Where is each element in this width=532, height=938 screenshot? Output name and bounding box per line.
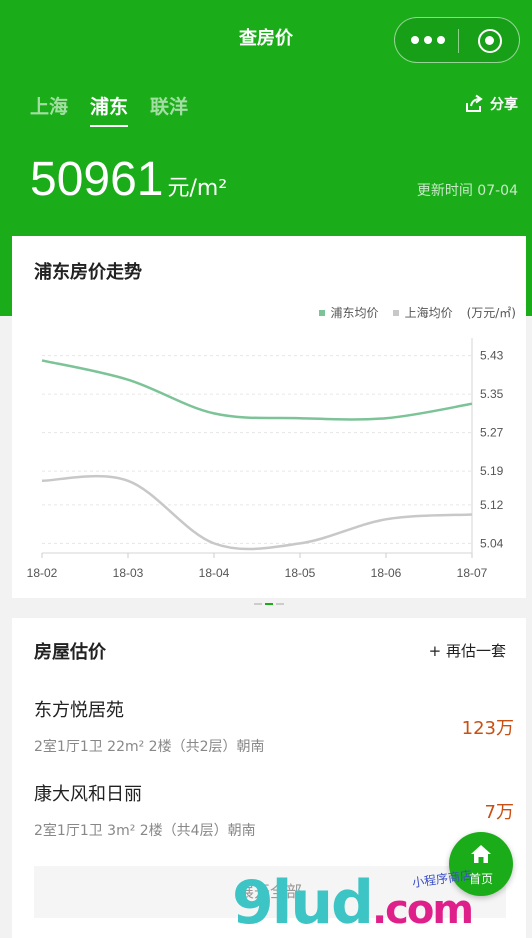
house-item[interactable]: 东方悦居苑 2室1厅1卫 22m² 2楼（共2层）朝南 123万 [34, 696, 514, 756]
house-name: 康大风和日丽 [34, 784, 142, 805]
city-tabs: 上海 浦东 联洋 [30, 92, 188, 127]
house-name: 东方悦居苑 [34, 700, 124, 721]
estimate-title: 房屋估价 [34, 642, 106, 663]
home-icon [471, 845, 491, 863]
chart-pager [254, 603, 284, 605]
price-value: 50961 [30, 153, 164, 206]
share-icon [466, 94, 483, 112]
tab-shanghai[interactable]: 上海 [30, 92, 68, 127]
x-tick-label: 18-02 [27, 566, 58, 580]
x-tick-label: 18-04 [199, 566, 230, 580]
house-detail: 2室1厅1卫 22m² 2楼（共2层）朝南 [34, 739, 265, 755]
trend-card: 浦东房价走势 浦东均价 上海均价 (万元/㎡) 5.43 5.35 5.27 5.19… [12, 236, 526, 598]
estimate-again-button[interactable]: + 再估一套 [429, 640, 506, 661]
average-price: 50961 元/m² [30, 152, 227, 207]
pager-dot [276, 603, 284, 605]
x-tick-label: 18-07 [457, 566, 488, 580]
x-tick-label: 18-03 [113, 566, 144, 580]
pager-dot-active [265, 603, 273, 605]
price-unit: 元/m² [167, 176, 228, 201]
y-tick-label: 5.35 [480, 387, 504, 401]
close-icon[interactable] [478, 29, 502, 53]
y-tick-label: 5.12 [480, 498, 504, 512]
miniprogram-capsule [394, 17, 520, 63]
y-tick-label: 5.19 [480, 464, 504, 478]
pager-dot [254, 603, 262, 605]
series-line-pudong [41, 359, 473, 421]
house-detail: 2室1厅1卫 3m² 2楼（共4层）朝南 [34, 823, 256, 839]
watermark-suffix: .com [371, 887, 474, 933]
y-tick-label: 5.27 [480, 426, 504, 440]
house-value: 123万 [461, 718, 514, 739]
y-tick-label: 5.43 [480, 349, 504, 363]
x-tick-label: 18-06 [371, 566, 402, 580]
tab-pudong[interactable]: 浦东 [90, 92, 129, 127]
tab-lianyang[interactable]: 联洋 [150, 92, 188, 127]
share-label: 分享 [490, 97, 518, 113]
more-icon[interactable] [411, 31, 445, 49]
watermark-logo: 9lud.com [232, 868, 532, 938]
watermark-main: 9lud [232, 868, 374, 938]
y-tick-label: 5.04 [480, 536, 504, 550]
price-trend-chart: 5.43 5.35 5.27 5.19 5.12 5.04 18-02 18-03 18-04 1… [27, 338, 504, 580]
house-item[interactable]: 康大风和日丽 2室1厅1卫 3m² 2楼（共4层）朝南 7万 [34, 780, 514, 840]
share-button[interactable]: 分享 [464, 94, 518, 114]
house-value: 7万 [484, 802, 514, 823]
series-line-shanghai [41, 474, 473, 551]
x-tick-label: 18-05 [285, 566, 316, 580]
capsule-divider [458, 29, 459, 53]
update-time: 更新时间 07-04 [416, 183, 518, 199]
